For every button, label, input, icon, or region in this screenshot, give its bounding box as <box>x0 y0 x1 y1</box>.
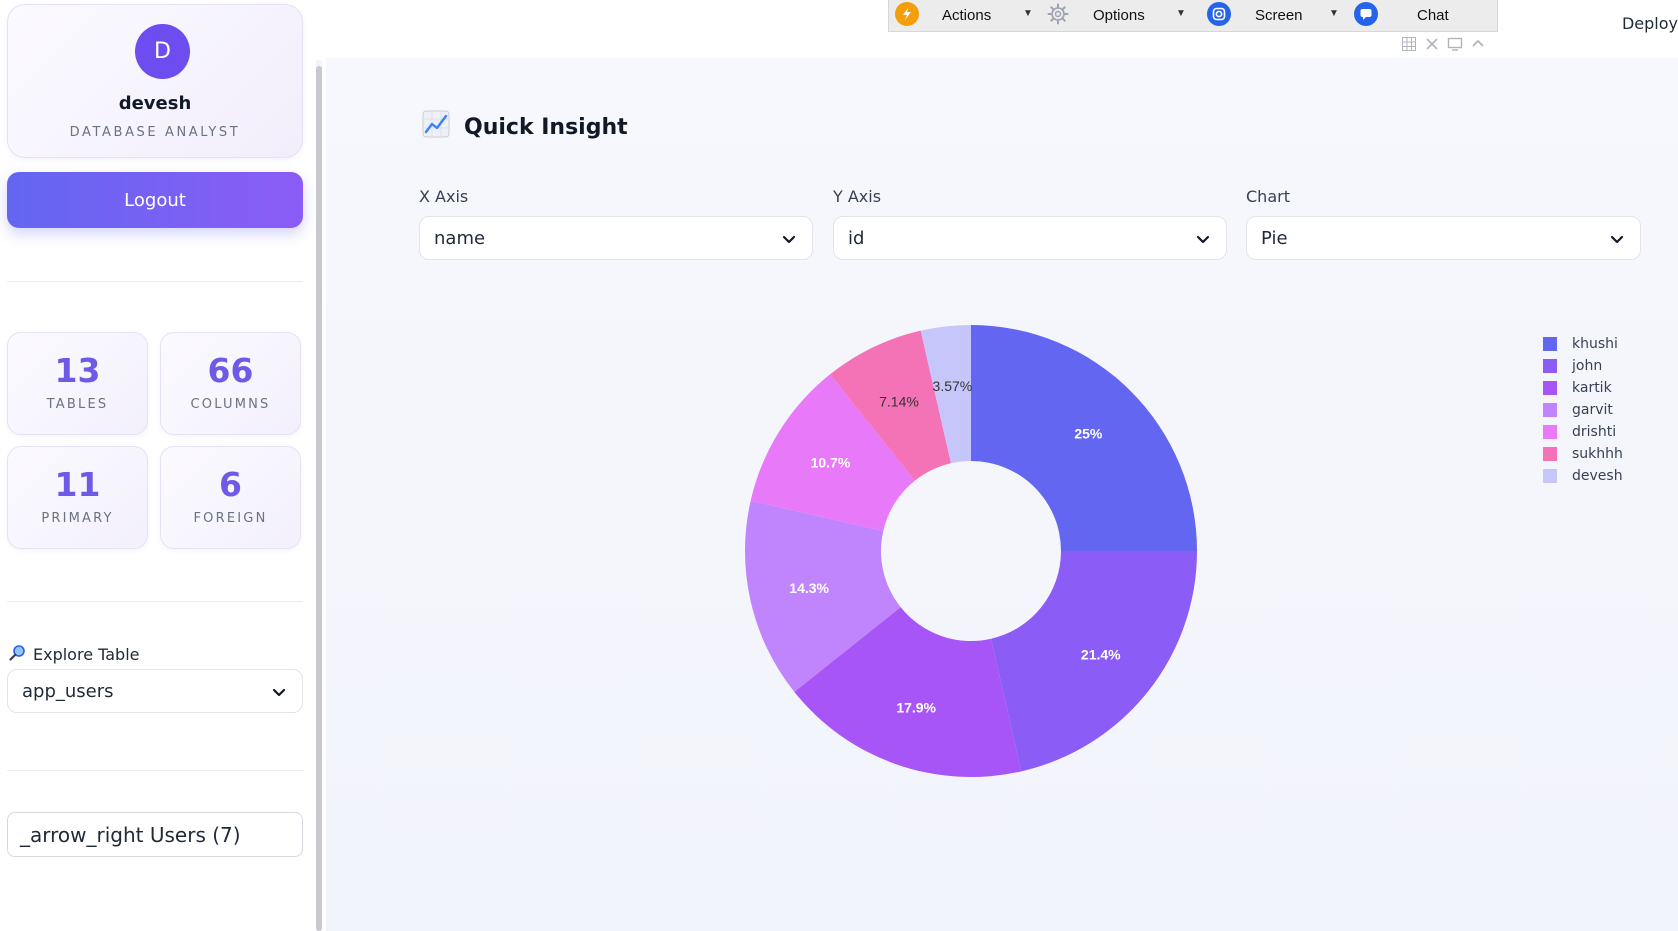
stat-label: COLUMNS <box>190 397 271 412</box>
toolbar-screen[interactable]: Screen <box>1255 0 1303 30</box>
quick-insight-text: Quick Insight <box>464 114 628 140</box>
caret-down-icon[interactable]: ▼ <box>1329 8 1339 19</box>
legend-swatch <box>1543 469 1557 483</box>
chart-type-select[interactable]: Pie <box>1246 216 1641 260</box>
profile-role: DATABASE ANALYST <box>69 125 241 140</box>
legend-swatch <box>1543 359 1557 373</box>
slice-label: 7.14% <box>879 393 919 409</box>
x-axis-label: X Axis <box>419 187 469 206</box>
slice-label: 21.4% <box>1081 646 1121 662</box>
stat-card-primary: 11 PRIMARY <box>7 446 148 549</box>
divider <box>7 601 303 602</box>
profile-name: devesh <box>118 93 192 114</box>
grid-icon[interactable] <box>1401 36 1417 54</box>
chevron-down-icon <box>272 684 286 705</box>
legend-label: drishti <box>1572 424 1617 440</box>
donut-chart: 25% 21.4% 17.9% 14.3% 10.7% 7.14% 3.57% <box>745 325 1197 777</box>
table-select[interactable]: app_users <box>7 669 303 713</box>
stat-label: FOREIGN <box>193 511 268 526</box>
legend-swatch <box>1543 425 1557 439</box>
line-chart-icon <box>422 110 450 144</box>
main-area: Actions ▼ Options ▼ Screen ▼ Chat Deploy… <box>326 0 1678 931</box>
legend-item-drishti[interactable]: drishti <box>1543 421 1623 443</box>
chevron-down-icon <box>1196 231 1210 252</box>
legend-label: kartik <box>1572 380 1612 396</box>
legend-label: khushi <box>1572 336 1618 352</box>
slice-label: 25% <box>1074 426 1103 442</box>
stat-card-columns: 66 COLUMNS <box>160 332 301 435</box>
legend-swatch <box>1543 447 1557 461</box>
screen-icon[interactable] <box>1207 2 1231 26</box>
table-select-value: app_users <box>22 680 114 702</box>
profile-card: D devesh DATABASE ANALYST <box>7 4 303 158</box>
avatar: D <box>135 24 190 79</box>
legend-label: sukhhh <box>1572 446 1623 462</box>
legend-swatch <box>1543 381 1557 395</box>
sidebar-scrollbar[interactable] <box>316 66 322 931</box>
chart-legend: khushi john kartik garvit drishti sukhhh deves… <box>1543 333 1623 487</box>
chart-type-select-value: Pie <box>1261 227 1288 249</box>
gear-icon[interactable] <box>1046 2 1070 26</box>
caret-down-icon[interactable]: ▼ <box>1176 8 1186 19</box>
chart-type-label: Chart <box>1246 187 1290 206</box>
y-axis-select[interactable]: id <box>833 216 1227 260</box>
slice-label: 14.3% <box>789 580 829 596</box>
y-axis-label: Y Axis <box>833 187 882 206</box>
divider <box>7 281 303 282</box>
legend-label: john <box>1572 358 1603 374</box>
stat-value: 11 <box>54 465 101 504</box>
magnifier-icon <box>9 644 26 665</box>
sidebar: D devesh DATABASE ANALYST Logout 13 TABL… <box>0 0 322 931</box>
chevron-up-icon[interactable] <box>1470 36 1486 54</box>
toolbar-actions[interactable]: Actions <box>942 0 991 30</box>
stat-label: TABLES <box>46 397 109 412</box>
legend-item-sukhhh[interactable]: sukhhh <box>1543 443 1623 465</box>
chat-icon[interactable] <box>1354 2 1378 26</box>
toolbar-chat[interactable]: Chat <box>1417 0 1449 30</box>
legend-item-kartik[interactable]: kartik <box>1543 377 1623 399</box>
explore-table-label: Explore Table <box>9 644 140 665</box>
monitor-icon[interactable] <box>1447 36 1463 54</box>
divider <box>7 770 303 771</box>
chevron-down-icon <box>1610 231 1624 252</box>
deploy-button[interactable]: Deploy <box>1622 14 1678 33</box>
stat-value: 66 <box>207 351 254 390</box>
toolbar-mini-controls <box>1401 36 1486 54</box>
x-axis-select[interactable]: name <box>419 216 813 260</box>
lightning-icon[interactable] <box>895 2 919 26</box>
legend-item-devesh[interactable]: devesh <box>1543 465 1623 487</box>
legend-swatch <box>1543 403 1557 417</box>
legend-swatch <box>1543 337 1557 351</box>
screen-share-toolbar: Actions ▼ Options ▼ Screen ▼ Chat <box>888 0 1498 32</box>
users-expander[interactable]: _arrow_right Users (7) <box>7 812 303 857</box>
slice-label: 3.57% <box>933 378 973 394</box>
y-axis-select-value: id <box>848 227 865 249</box>
slice-label: 10.7% <box>811 455 851 471</box>
caret-down-icon[interactable]: ▼ <box>1023 8 1033 19</box>
legend-label: devesh <box>1572 468 1623 484</box>
logout-button[interactable]: Logout <box>7 172 303 228</box>
stat-card-foreign: 6 FOREIGN <box>160 446 301 549</box>
legend-item-john[interactable]: john <box>1543 355 1623 377</box>
chevron-down-icon <box>782 231 796 252</box>
slice-label: 17.9% <box>896 700 936 716</box>
x-axis-select-value: name <box>434 227 486 249</box>
fullscreen-exit-icon[interactable] <box>1424 36 1440 54</box>
explore-table-text: Explore Table <box>33 645 140 664</box>
stat-card-tables: 13 TABLES <box>7 332 148 435</box>
stat-value: 13 <box>54 351 101 390</box>
quick-insight-title: Quick Insight <box>422 110 628 144</box>
legend-item-garvit[interactable]: garvit <box>1543 399 1623 421</box>
toolbar-options[interactable]: Options <box>1093 0 1145 30</box>
legend-item-khushi[interactable]: khushi <box>1543 333 1623 355</box>
stat-label: PRIMARY <box>41 511 114 526</box>
legend-label: garvit <box>1572 402 1613 418</box>
stat-value: 6 <box>219 465 242 504</box>
